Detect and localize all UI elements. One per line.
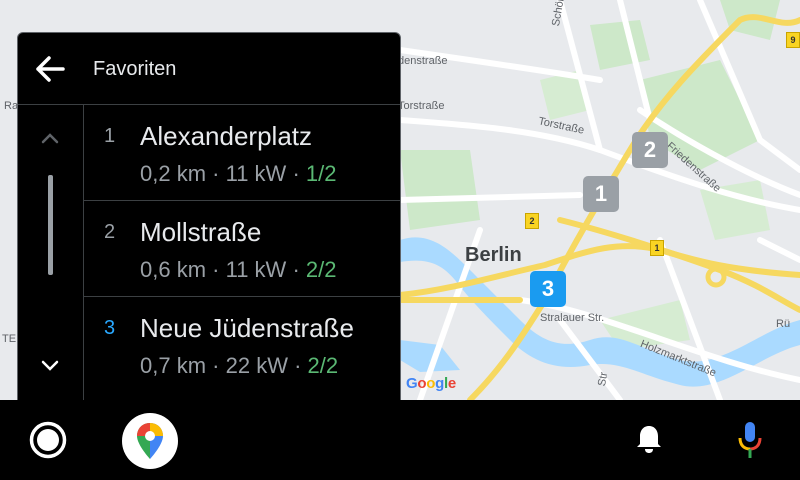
google-maps-icon <box>137 423 163 459</box>
notification-bell-icon[interactable] <box>634 423 664 455</box>
street-label-stralauer: Stralauer Str. <box>540 312 605 324</box>
back-arrow-icon[interactable] <box>32 51 68 87</box>
scroll-up-chevron-icon[interactable] <box>36 125 64 153</box>
list-item-details: 0,6 km · 11 kW · 2/2 <box>140 257 337 283</box>
separator: · <box>212 353 220 378</box>
separator: · <box>212 257 220 282</box>
separator: · <box>294 353 302 378</box>
list-item-distance: 0,2 km <box>140 161 207 186</box>
map-marker-1[interactable]: 1 <box>583 176 619 212</box>
list-item-index: 3 <box>104 317 116 339</box>
google-maps-app-button[interactable] <box>122 413 178 469</box>
list-item-index: 2 <box>104 221 116 243</box>
scrollbar-thumb[interactable] <box>48 175 53 275</box>
list-item-power: 11 kW <box>225 257 287 282</box>
list-item-details: 0,7 km · 22 kW · 2/2 <box>140 353 338 379</box>
route-shield: 1 <box>650 240 664 256</box>
list-item-name: Alexanderplatz <box>140 121 312 151</box>
list-item-distance: 0,7 km <box>140 353 207 378</box>
separator: · <box>292 161 300 186</box>
android-auto-rail <box>0 400 800 480</box>
panel-title: Favoriten <box>93 58 177 80</box>
city-label: Berlin <box>465 244 522 266</box>
street-label-denstrasse: denstraße <box>398 55 448 67</box>
favorite-item-alexanderplatz[interactable]: 1 Alexanderplatz 0,2 km · 11 kW · 1/2 <box>84 105 400 201</box>
street-label-edge-right: Rü <box>776 318 791 330</box>
list-item-name: Mollstraße <box>140 217 262 247</box>
list-item-availability: 1/2 <box>305 161 337 186</box>
list-item-power: 11 kW <box>225 161 287 186</box>
scrollbar-column <box>18 105 84 405</box>
home-icon[interactable] <box>28 420 68 460</box>
list-item-distance: 0,6 km <box>140 257 207 282</box>
scroll-down-chevron-icon[interactable] <box>36 351 64 379</box>
map-marker-3-selected[interactable]: 3 <box>530 271 566 307</box>
list-item-index: 1 <box>104 125 116 147</box>
route-shield: 9 <box>786 32 800 48</box>
separator: · <box>292 257 300 282</box>
street-label-torstrasse-left: Torstraße <box>398 100 445 112</box>
street-label-edge-left: Ra <box>4 100 19 112</box>
separator: · <box>212 161 220 186</box>
list-item-availability: 2/2 <box>307 353 339 378</box>
list-item-details: 0,2 km · 11 kW · 1/2 <box>140 161 337 187</box>
list-item-name: Neue Jüdenstraße <box>140 313 354 343</box>
map-marker-2[interactable]: 2 <box>632 132 668 168</box>
favorite-item-mollstrasse[interactable]: 2 Mollstraße 0,6 km · 11 kW · 2/2 <box>84 201 400 297</box>
google-attribution-logo: Google <box>406 375 456 392</box>
favorite-item-neue-juedenstrasse[interactable]: 3 Neue Jüdenstraße 0,7 km · 22 kW · 2/2 <box>84 297 400 392</box>
microphone-icon[interactable] <box>734 420 766 460</box>
panel-header: Favoriten <box>18 33 400 105</box>
favorites-panel: Favoriten 1 Alexanderplatz 0,2 km · 11 k… <box>17 32 401 406</box>
street-label-edge-bottom: Str <box>596 371 611 388</box>
route-shield: 2 <box>525 213 539 229</box>
street-label-edge-te: TE <box>2 333 17 345</box>
list-item-availability: 2/2 <box>305 257 337 282</box>
list-item-power: 22 kW <box>225 353 288 378</box>
